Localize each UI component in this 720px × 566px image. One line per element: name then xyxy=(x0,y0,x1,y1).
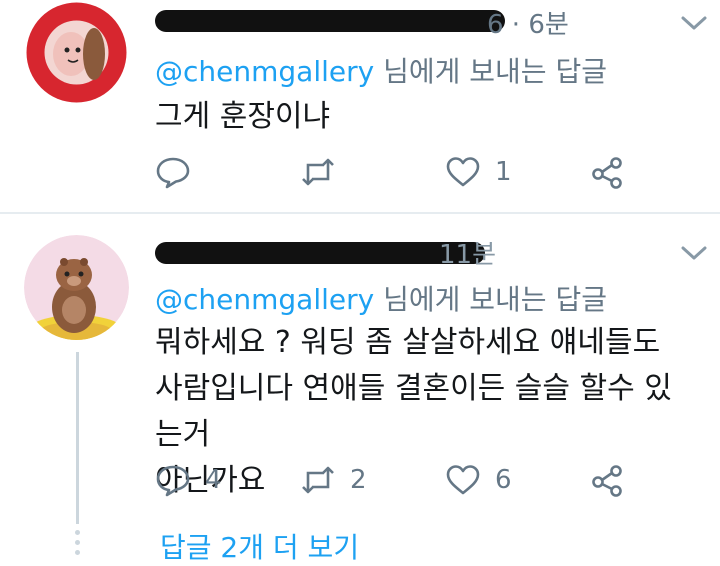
tweet-divider xyxy=(0,212,720,214)
avatar[interactable] xyxy=(24,235,129,340)
reply-icon xyxy=(156,157,190,189)
reply-handle-link[interactable]: @chenmgallery xyxy=(155,55,374,88)
like-count: 6 xyxy=(495,465,512,495)
redacted-name xyxy=(155,242,485,264)
like-icon xyxy=(446,157,480,187)
share-button[interactable] xyxy=(590,150,626,194)
tweet-time: 6 · 6분 xyxy=(487,10,569,40)
share-icon xyxy=(592,157,622,189)
reply-context: @chenmgallery 님에게 보내는 답글 xyxy=(155,50,607,90)
caret-down-icon[interactable] xyxy=(680,244,708,262)
like-count: 1 xyxy=(495,157,512,187)
reply-context-label: 님에게 보내는 답글 xyxy=(374,283,607,316)
reply-context: @chenmgallery 님에게 보내는 답글 xyxy=(155,278,607,318)
like-button[interactable]: 1 xyxy=(445,150,512,194)
tweet-actions: 1 xyxy=(155,150,675,194)
share-icon xyxy=(592,465,622,497)
tweet-header: 6 · 6분 xyxy=(155,4,585,40)
tweet-time: 11분 xyxy=(439,240,497,270)
retweet-count: 2 xyxy=(350,465,367,495)
tweet-header: 11분 xyxy=(155,228,497,270)
reply-context-label: 님에게 보내는 답글 xyxy=(374,55,607,88)
tweet-1[interactable]: 6 · 6분 @chenmgallery 님에게 보내는 답글 그게 훈장이냐 xyxy=(0,0,720,213)
retweet-icon xyxy=(302,466,334,494)
tweet-actions: 4 2 6 xyxy=(155,458,675,502)
tweet-text: 그게 훈장이냐 xyxy=(155,99,331,134)
retweet-button[interactable]: 2 xyxy=(300,458,367,502)
reply-button[interactable]: 4 xyxy=(155,458,222,502)
thread-dots xyxy=(75,530,80,560)
caret-down-icon[interactable] xyxy=(680,14,708,32)
retweet-icon xyxy=(302,158,334,186)
like-button[interactable]: 6 xyxy=(445,458,512,502)
reply-icon xyxy=(156,465,190,497)
reply-handle-link[interactable]: @chenmgallery xyxy=(155,283,374,316)
like-icon xyxy=(446,465,480,495)
thread-line xyxy=(76,352,79,524)
redacted-name xyxy=(155,10,505,32)
reply-count: 4 xyxy=(205,465,222,495)
share-button[interactable] xyxy=(590,458,626,502)
retweet-button[interactable] xyxy=(300,150,350,194)
avatar[interactable] xyxy=(24,0,129,105)
show-more-replies-link[interactable]: 답글 2개 더 보기 xyxy=(160,526,359,566)
reply-button[interactable] xyxy=(155,150,205,194)
